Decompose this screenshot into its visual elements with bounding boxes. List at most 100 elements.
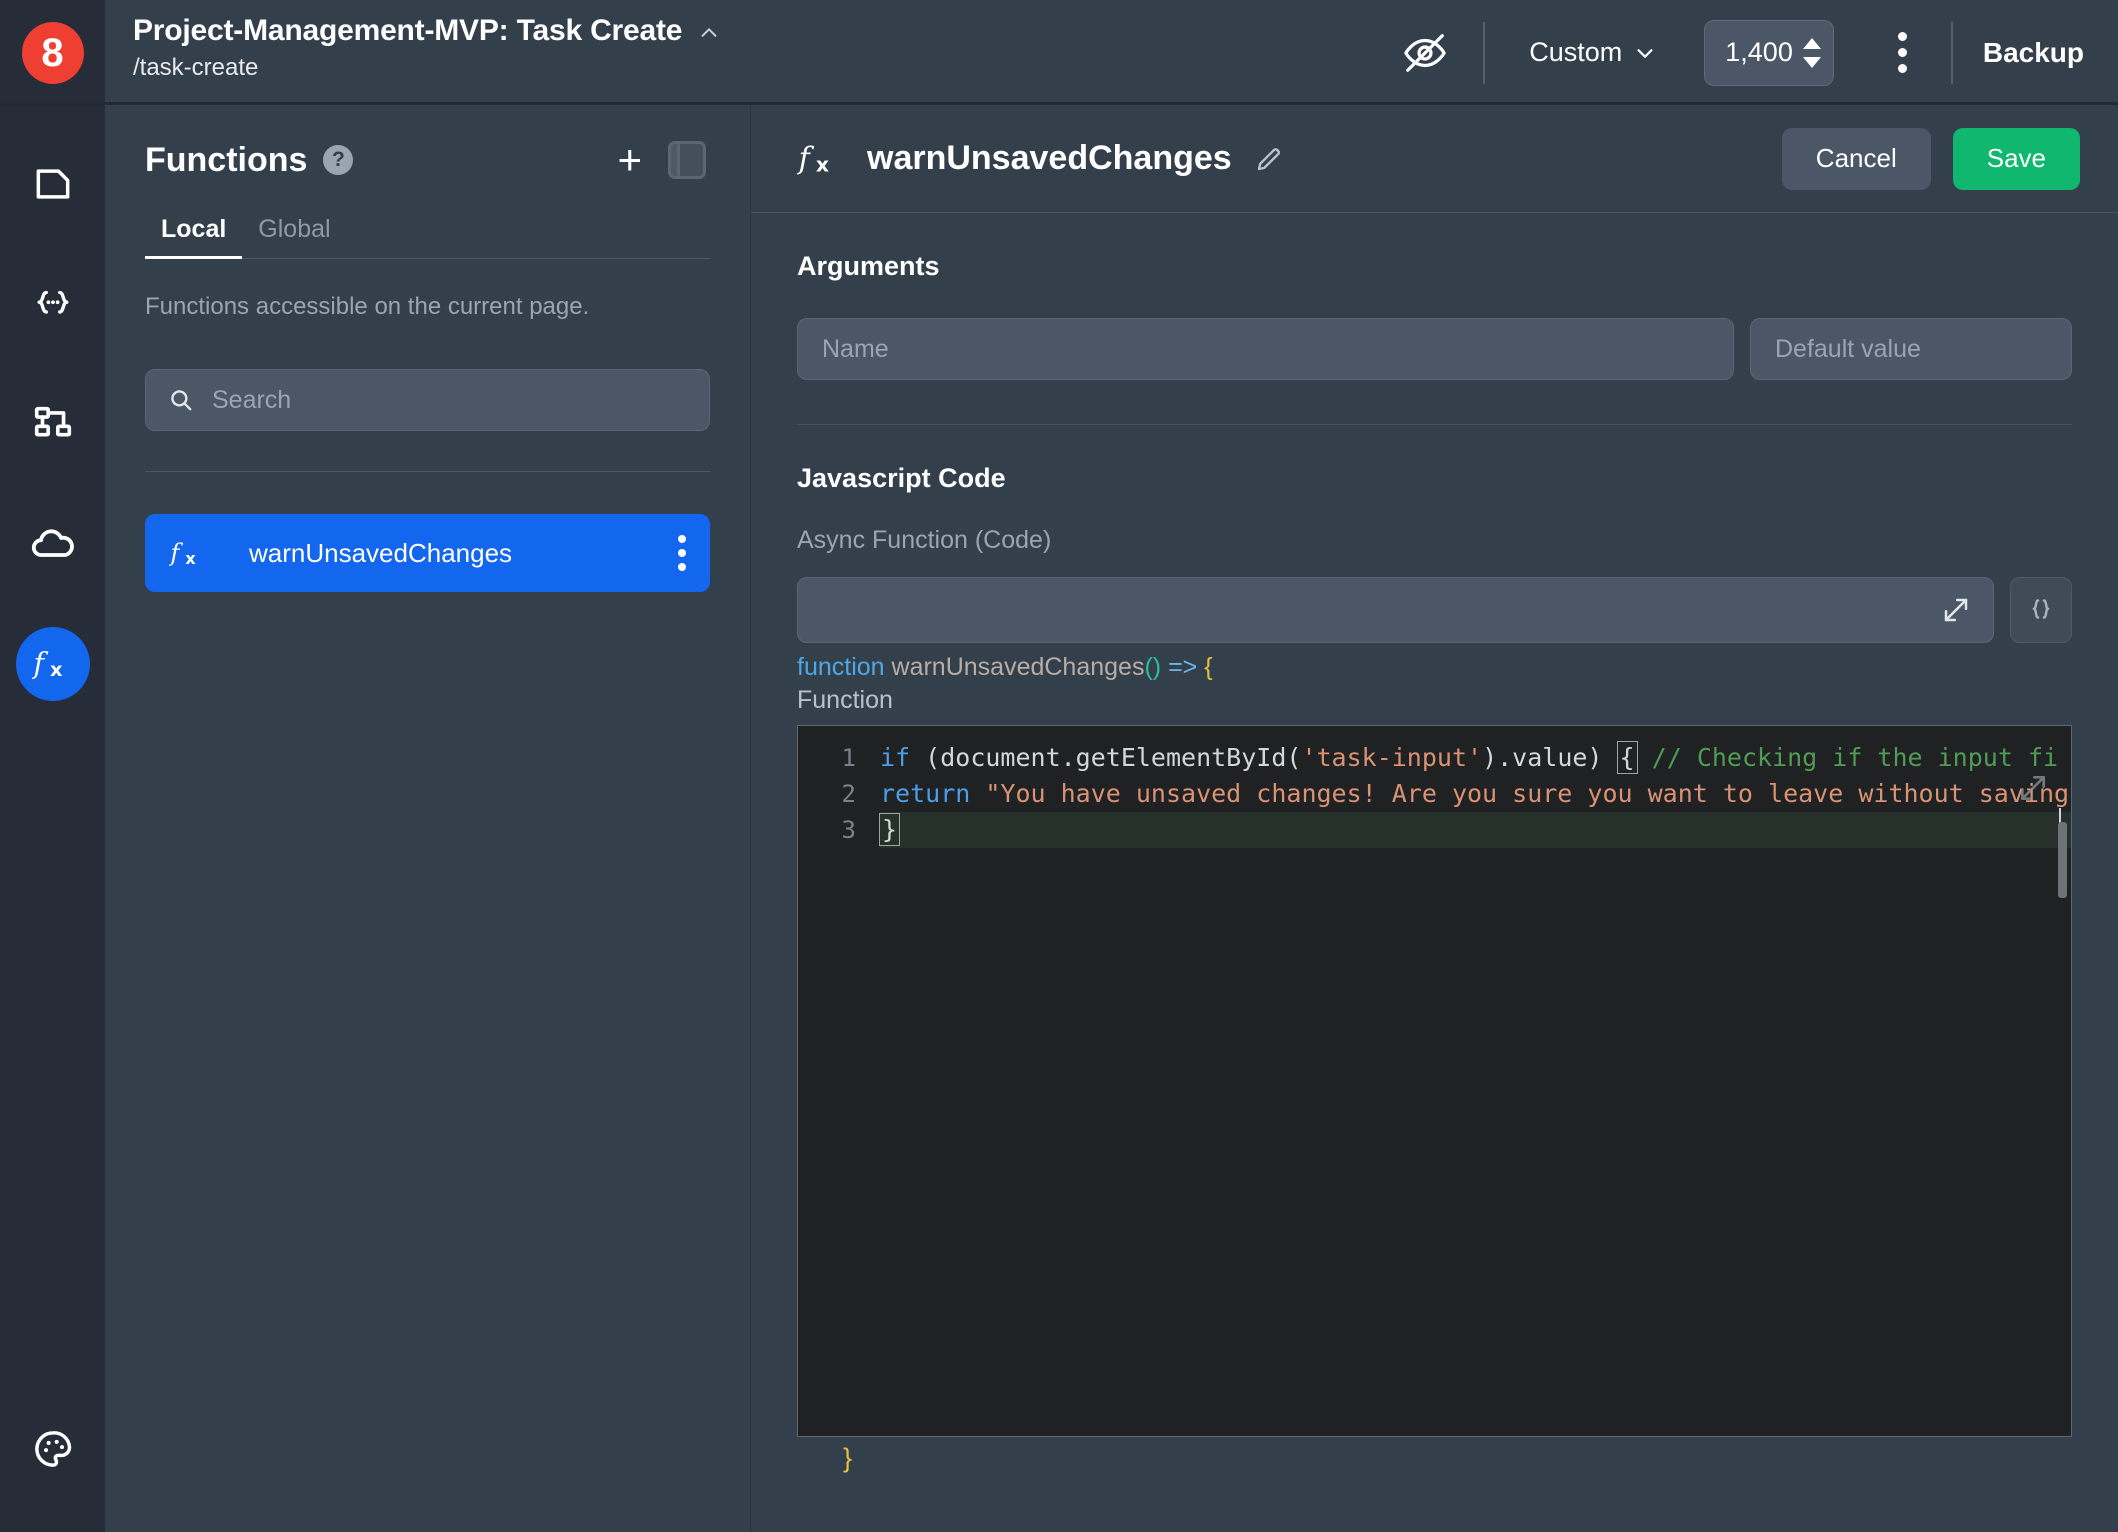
arguments-row	[797, 318, 2072, 380]
signature-close-brace: }	[843, 1443, 853, 1473]
top-bar: 8 Project-Management-MVP: Task Create /t…	[0, 0, 2118, 105]
stepper-up-icon[interactable]	[1802, 37, 1821, 49]
page-title-block: Project-Management-MVP: Task Create /tas…	[105, 0, 745, 105]
side-panel-icon[interactable]	[668, 141, 706, 179]
function-list-item[interactable]: f x warnUnsavedChanges	[145, 514, 710, 592]
functions-description: Functions accessible on the current page…	[145, 293, 590, 320]
eye-off-icon[interactable]	[1389, 17, 1461, 89]
argument-default-input[interactable]	[1775, 334, 2047, 364]
search-icon	[168, 387, 194, 413]
json-braces-icon	[30, 281, 76, 327]
pencil-icon[interactable]	[1254, 144, 1284, 174]
code-gutter: 1 2 3	[798, 726, 868, 1436]
code-token: "You have unsaved changes! Are you sure …	[970, 779, 2070, 808]
viewport-width-value: 1,400	[1725, 37, 1793, 67]
question-mark-icon[interactable]: ?	[323, 145, 354, 175]
search-input[interactable]	[212, 385, 687, 415]
line-number: 3	[841, 816, 856, 844]
function-fx-icon: f x	[797, 137, 841, 181]
page-title: Project-Management-MVP: Task Create	[133, 14, 683, 47]
editor-scroll-area: Arguments Javascript Code Async Functi	[751, 213, 2118, 1532]
signature-parens: ()	[1144, 653, 1162, 681]
line-number: 2	[841, 780, 856, 808]
code-token: ).value)	[1482, 743, 1618, 772]
cancel-button[interactable]: Cancel	[1781, 127, 1931, 190]
code-token-bracket-match: }	[878, 813, 901, 846]
app-root: 8 Project-Management-MVP: Task Create /t…	[0, 0, 2118, 1532]
code-line-active: }	[878, 812, 2071, 848]
top-bar-actions: Custom 1,400 Backup	[1389, 0, 2118, 105]
signature-keyword: function	[797, 653, 885, 681]
rail-item-cloud[interactable]	[16, 507, 90, 581]
viewport-mode-select[interactable]: Custom	[1507, 27, 1678, 78]
rail-item-theme[interactable]	[16, 1412, 90, 1486]
argument-default-field[interactable]	[1750, 318, 2072, 380]
tab-global[interactable]: Global	[242, 215, 346, 258]
code-input-row	[797, 577, 2072, 643]
chevron-up-icon[interactable]	[698, 22, 720, 44]
svg-text:f: f	[32, 647, 49, 680]
svg-text:x: x	[50, 658, 63, 681]
icon-rail: f x	[0, 105, 105, 1532]
signature-name: warnUnsavedChanges	[891, 653, 1145, 681]
functions-panel: Functions ? + Local Global Functions acc…	[105, 105, 750, 1532]
line-number: 1	[841, 744, 856, 772]
async-function-label: Async Function (Code)	[797, 526, 1052, 554]
cloud-icon	[29, 520, 77, 568]
code-editor[interactable]: 1 2 3 if (document.getElementById('task-…	[797, 725, 2072, 1437]
rail-item-pages[interactable]	[16, 147, 90, 221]
function-editor: f x warnUnsavedChanges Cancel Save Argum…	[750, 105, 2118, 1532]
viewport-width-stepper[interactable]: 1,400	[1704, 19, 1834, 86]
tab-local[interactable]: Local	[145, 215, 243, 259]
javascript-section: Javascript Code Async Function (Code) fu…	[751, 425, 2118, 1474]
signature-sub-label: Function	[797, 686, 893, 714]
code-token: if	[880, 743, 911, 772]
function-list-item-label: warnUnsavedChanges	[249, 537, 513, 568]
svg-text:x: x	[185, 549, 196, 568]
save-button[interactable]: Save	[1952, 127, 2080, 190]
plus-icon[interactable]: +	[617, 139, 642, 181]
search-box[interactable]	[145, 369, 710, 431]
argument-name-field[interactable]	[797, 318, 1734, 380]
code-token: (document.getElementById(	[910, 743, 1302, 772]
kebab-menu-icon[interactable]	[1876, 18, 1929, 87]
rail-item-state[interactable]	[16, 267, 90, 341]
functions-panel-header: Functions ? +	[105, 139, 750, 181]
argument-name-input[interactable]	[822, 334, 1709, 364]
functions-header-actions: +	[617, 139, 706, 181]
chevron-down-icon	[1634, 42, 1656, 64]
signature-open-brace: {	[1204, 653, 1213, 681]
divider	[1483, 21, 1486, 84]
arguments-section: Arguments	[751, 213, 2118, 380]
viewport-mode-label: Custom	[1529, 37, 1623, 67]
sitemap-icon	[30, 401, 76, 447]
code-input-field[interactable]	[797, 577, 1994, 643]
rail-item-functions[interactable]: f x	[15, 627, 90, 701]
code-line: if (document.getElementById('task-input'…	[880, 740, 2071, 776]
palette-icon	[31, 1427, 75, 1471]
kebab-menu-icon[interactable]	[678, 535, 686, 571]
stepper-arrows	[1802, 37, 1821, 68]
rail-item-components[interactable]	[16, 387, 90, 461]
app-logo[interactable]: 8	[0, 0, 105, 105]
code-token: // Checking if the input fi	[1636, 743, 2059, 772]
code-lines: if (document.getElementById('task-input'…	[878, 740, 2071, 848]
page-path: /task-create	[133, 54, 259, 81]
stepper-down-icon[interactable]	[1802, 56, 1821, 68]
svg-text:x: x	[816, 152, 829, 176]
code-line: return "You have unsaved changes! Are yo…	[880, 776, 2071, 812]
editor-header-buttons: Cancel Save	[1781, 127, 2080, 190]
expand-arrows-icon[interactable]	[2017, 772, 2049, 804]
app-body: f x Functions ? + Local Global Functions…	[0, 105, 2118, 1532]
editor-scrollbar[interactable]	[2058, 822, 2067, 898]
code-token: return	[880, 779, 971, 808]
function-editor-header: f x warnUnsavedChanges Cancel Save	[751, 105, 2118, 213]
functions-title: Functions	[145, 140, 308, 179]
backup-button[interactable]: Backup	[1975, 27, 2092, 79]
expand-arrows-icon[interactable]	[1941, 595, 1971, 625]
svg-text:f: f	[169, 538, 183, 567]
curly-braces-icon[interactable]	[2010, 577, 2072, 643]
rail-bottom-group	[0, 1412, 105, 1486]
code-token: 'task-input'	[1301, 743, 1483, 772]
javascript-heading: Javascript Code	[797, 463, 1006, 493]
